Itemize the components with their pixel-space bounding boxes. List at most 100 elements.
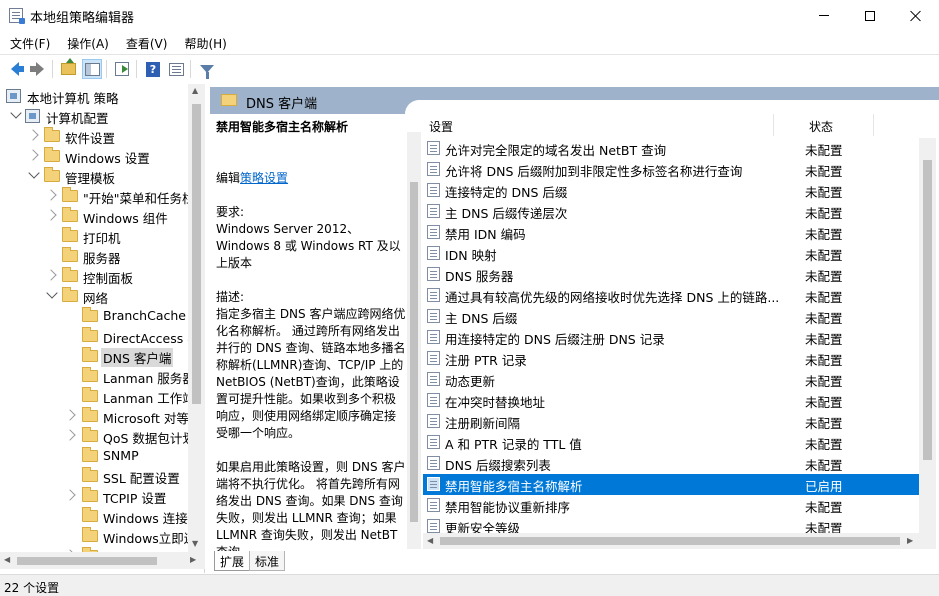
list-vertical-scrollbar[interactable] [919,138,936,549]
table-row[interactable]: IDN 映射 未配置 [423,243,919,264]
table-row[interactable]: 在冲突时替换地址 未配置 [423,390,919,411]
chevron-right-icon[interactable] [27,129,39,141]
tab-standard[interactable]: 标准 [249,551,286,571]
table-row[interactable]: 用连接特定的 DNS 后缀注册 DNS 记录 未配置 [423,327,919,348]
table-row[interactable]: 禁用智能多宿主名称解析 已启用 [423,474,919,495]
table-row[interactable]: A 和 PTR 记录的 TTL 值 未配置 [423,432,919,453]
show-hide-tree-button[interactable] [82,59,102,79]
tree-horizontal-scrollbar[interactable]: ◀ ▶ [0,552,205,569]
tree-item-printers[interactable]: 打印机 [0,226,188,246]
scroll-thumb[interactable] [923,160,932,460]
tree-item-branchcache[interactable]: BranchCache [0,306,188,326]
column-header-state[interactable]: 状态 [809,118,833,135]
table-row[interactable]: 连接特定的 DNS 后缀 未配置 [423,180,919,201]
tree-item-qos[interactable]: QoS 数据包计划程序 [0,426,204,446]
scroll-thumb[interactable] [410,182,418,522]
chevron-right-icon[interactable] [45,209,57,221]
scroll-left-icon[interactable]: ◀ [4,555,10,564]
tree-item-server[interactable]: 服务器 [0,246,188,266]
maximize-button[interactable] [847,0,893,31]
tree-item-windows-connect-now[interactable]: Windows立即连接 [0,526,204,546]
scroll-thumb[interactable] [192,104,201,404]
chevron-right-icon[interactable] [64,489,76,501]
tree-item-control-panel[interactable]: 控制面板 [0,266,188,286]
table-row[interactable]: 禁用智能协议重新排序 未配置 [423,495,919,516]
chevron-down-icon[interactable] [10,107,22,119]
setting-name: IDN 映射 [445,248,497,263]
tree-item-admin-templates[interactable]: 管理模板 [0,166,188,186]
properties-button[interactable] [166,59,186,79]
folder-icon [82,347,98,362]
menu-view[interactable]: 查看(V) [116,31,175,53]
column-divider[interactable] [773,114,774,136]
tree-item-computer-config[interactable]: 计算机配置 [0,106,188,126]
up-folder-icon [60,58,76,75]
scroll-down-icon[interactable]: ▼ [192,539,198,548]
tree-item-windows-settings[interactable]: Windows 设置 [0,146,188,166]
minimize-button[interactable] [801,0,847,31]
chevron-right-icon[interactable] [64,429,76,441]
table-row[interactable]: 通过具有较高优先级的网络接收时优先选择 DNS 上的链路... 未配置 [423,285,919,306]
help-button[interactable]: ? [143,59,163,79]
menu-file[interactable]: 文件(F) [0,31,57,53]
setting-name: 动态更新 [445,374,496,389]
back-button[interactable] [5,59,25,79]
menu-action[interactable]: 操作(A) [57,31,116,53]
tab-extended[interactable]: 扩展 [214,551,251,571]
chevron-right-icon[interactable] [45,189,57,201]
chevron-down-icon[interactable] [28,167,40,179]
folder-icon [82,307,98,322]
tree-item-windows-connection-manager[interactable]: Windows 连接管理器 [0,506,204,526]
column-header-setting[interactable]: 设置 [429,118,453,135]
tree-item-lanman-server[interactable]: Lanman 服务器 [0,366,195,386]
description-scrollbar[interactable] [407,132,421,549]
tree-item-tcpip[interactable]: TCPIP 设置 [0,486,188,506]
scroll-right-icon[interactable]: ▶ [907,536,913,545]
tree-item-start-menu-taskbar[interactable]: "开始"菜单和任务栏 [0,186,195,206]
table-row[interactable]: 注册 PTR 记录 未配置 [423,348,919,369]
tree-item-local-computer-policy[interactable]: 本地计算机 策略 [0,86,188,106]
up-one-level-button[interactable] [58,58,78,79]
table-row[interactable]: 注册刷新间隔 未配置 [423,411,919,432]
tree-item-label: 计算机配置 [46,111,109,126]
chevron-down-icon[interactable] [46,287,58,299]
setting-name: 禁用智能多宿主名称解析 [445,479,583,494]
table-row[interactable]: 禁用 IDN 编码 未配置 [423,222,919,243]
scroll-left-icon[interactable]: ◀ [427,536,433,545]
export-list-button[interactable] [112,59,132,79]
edit-policy-link[interactable]: 策略设置 [240,171,288,185]
chevron-right-icon[interactable] [27,149,39,161]
tree-item-network[interactable]: 网络 [0,286,188,306]
tree-vertical-scrollbar[interactable]: ▲ ▼ [188,84,205,552]
tree-item-software-settings[interactable]: 软件设置 [0,126,188,146]
table-row[interactable]: 允许将 DNS 后缀附加到非限定性多标签名称进行查询 未配置 [423,159,919,180]
tree-item-dns-client[interactable]: DNS 客户端 [0,346,188,367]
tree-item-snmp[interactable]: SNMP [0,446,188,466]
policy-setting-icon [427,246,440,260]
table-row[interactable]: 主 DNS 后缀传递层次 未配置 [423,201,919,222]
chevron-right-icon[interactable] [64,409,76,421]
table-row[interactable]: 主 DNS 后缀 未配置 [423,306,919,327]
forward-button[interactable] [27,59,47,79]
scroll-thumb[interactable] [440,537,900,545]
chevron-right-icon[interactable] [45,269,57,281]
tree-item-ssl-config[interactable]: SSL 配置设置 [0,466,188,486]
filter-button[interactable] [197,59,217,79]
scroll-right-icon[interactable]: ▶ [190,555,196,564]
tree-item-microsoft-p2p[interactable]: Microsoft 对等网络服务 [0,406,204,426]
column-divider[interactable] [873,114,874,136]
close-button[interactable] [893,0,939,31]
table-row[interactable]: DNS 后缀搜索列表 未配置 [423,453,919,474]
tree-item-windows-components[interactable]: Windows 组件 [0,206,188,226]
scroll-up-icon[interactable]: ▲ [192,86,198,95]
scroll-thumb[interactable] [17,557,157,565]
table-row[interactable]: 允许对完全限定的域名发出 NetBT 查询 未配置 [423,138,919,159]
back-icon [11,62,24,76]
table-row[interactable]: 动态更新 未配置 [423,369,919,390]
tree-item-directaccess[interactable]: DirectAccess 客户端体验设置 [0,326,204,346]
status-bar: 22 个设置 [0,574,939,596]
list-horizontal-scrollbar[interactable]: ◀ ▶ [423,533,919,549]
table-row[interactable]: DNS 服务器 未配置 [423,264,919,285]
menu-help[interactable]: 帮助(H) [174,31,233,53]
tree-item-lanman-workstation[interactable]: Lanman 工作站 [0,386,195,406]
